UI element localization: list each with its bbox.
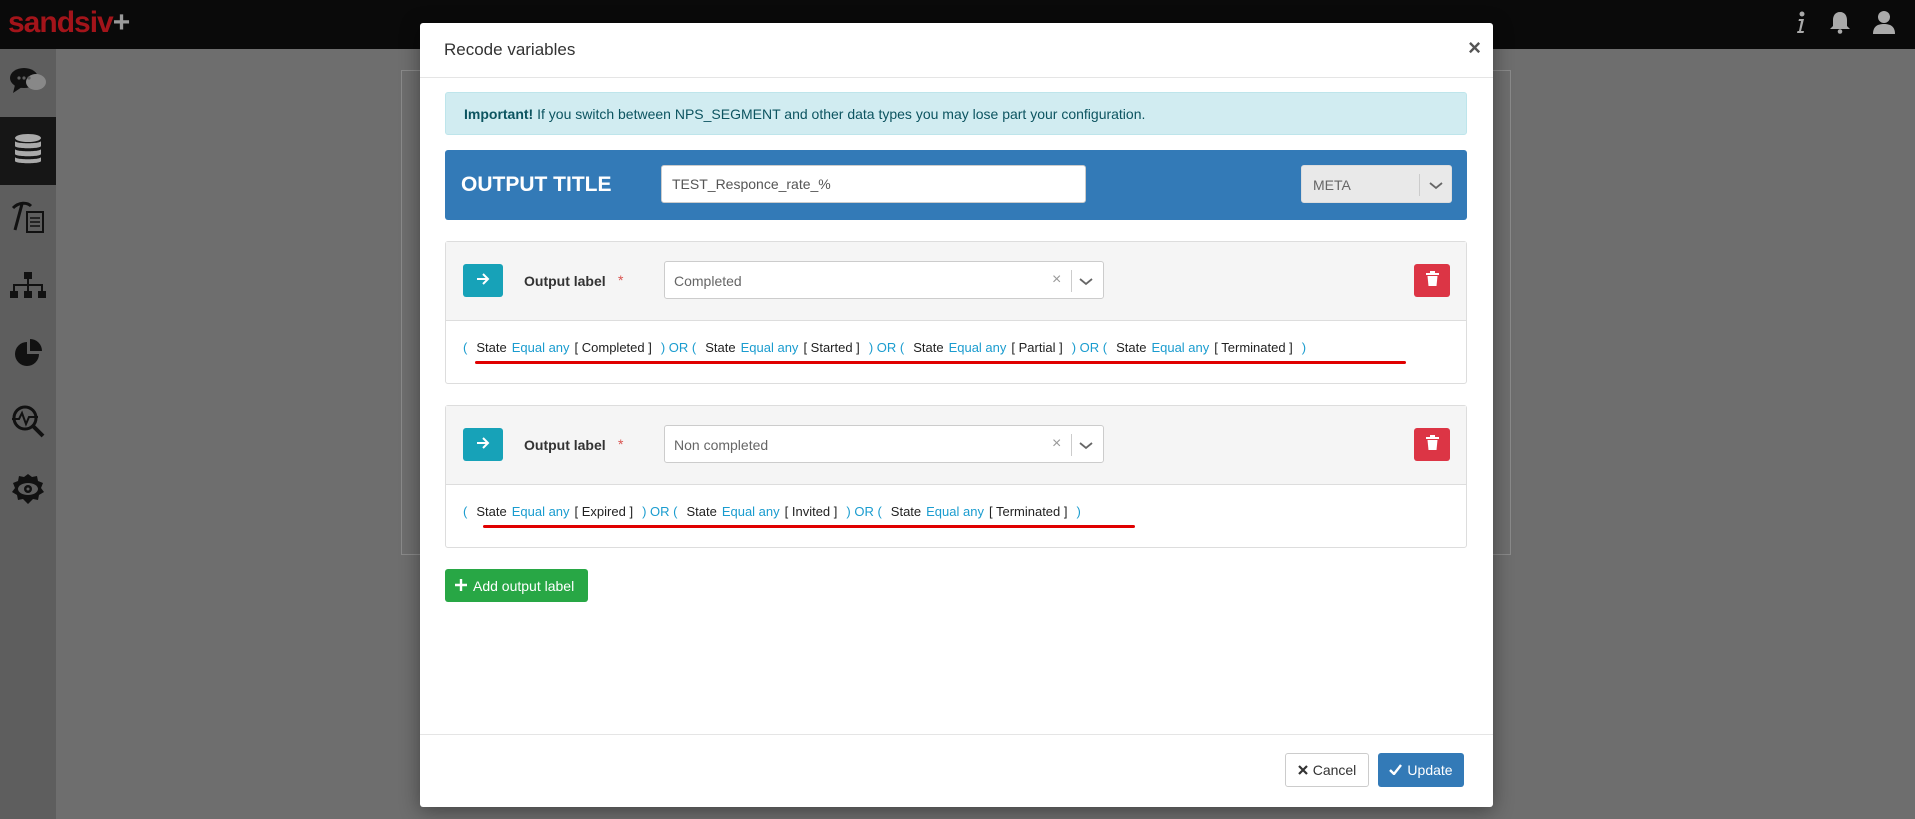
output-title-label: OUTPUT TITLE xyxy=(461,173,612,196)
sidebar-item-analytics[interactable] xyxy=(0,389,56,457)
hierarchy-icon xyxy=(10,271,46,303)
alert-strong: Important! xyxy=(464,106,534,122)
condition-field: State xyxy=(476,504,507,519)
condition-field: State xyxy=(1116,340,1147,355)
condition-values: [ Terminated ] xyxy=(1214,340,1293,355)
condition-expression: ( State Equal any [ Expired ] ) OR ( State Equ… xyxy=(446,485,1466,547)
output-type-value: META xyxy=(1313,177,1351,193)
arrow-right-icon xyxy=(476,436,490,454)
sidebar-item-charts[interactable] xyxy=(0,321,56,389)
update-label: Update xyxy=(1407,762,1453,778)
modal-footer: Cancel Update xyxy=(420,734,1493,807)
output-type-select[interactable]: META xyxy=(1301,165,1452,203)
delete-button[interactable] xyxy=(1414,264,1450,297)
sidebar-item-conversations[interactable] xyxy=(0,49,56,117)
or-connector: ) OR ( xyxy=(868,340,905,355)
or-connector: ) OR ( xyxy=(660,340,697,355)
chevron-down-icon xyxy=(1078,271,1094,296)
condition-field: State xyxy=(890,504,922,519)
important-alert: Important! If you switch between NPS_SEG… xyxy=(445,92,1467,135)
condition-operator: Equal any xyxy=(1151,340,1210,355)
condition-field: State xyxy=(913,340,944,355)
logo[interactable]: sandsiv+ xyxy=(8,6,130,40)
condition-field: State xyxy=(686,504,717,519)
condition-operator: Equal any xyxy=(926,504,984,519)
annotation-underline xyxy=(483,525,1135,528)
plus-icon xyxy=(455,578,467,594)
output-label-block: Output label * Non completed × ( State Equ… xyxy=(445,405,1467,548)
move-arrow-button[interactable] xyxy=(463,428,503,461)
output-label-text: Output label xyxy=(524,437,606,453)
annotation-underline xyxy=(475,361,1406,364)
recode-variables-modal: Recode variables × Important! If you swi… xyxy=(420,23,1493,807)
expr-close-paren: ) xyxy=(1076,504,1081,519)
bell-icon[interactable] xyxy=(1829,10,1851,34)
chevron-down-icon xyxy=(1428,175,1444,200)
database-icon xyxy=(14,133,42,170)
analytics-search-icon xyxy=(11,404,45,443)
pie-chart-icon xyxy=(14,338,42,372)
clear-icon[interactable]: × xyxy=(1052,435,1061,453)
required-marker: * xyxy=(618,436,624,452)
cancel-button[interactable]: Cancel xyxy=(1285,753,1369,787)
info-icon[interactable] xyxy=(1795,10,1807,34)
condition-values: [ Expired ] xyxy=(574,504,634,519)
output-label-block: Output label * Completed × ( State Equal a… xyxy=(445,241,1467,384)
close-icon[interactable]: × xyxy=(1468,35,1481,61)
output-label-text: Output label xyxy=(524,273,606,289)
condition-operator: Equal any xyxy=(511,340,570,355)
clear-icon[interactable]: × xyxy=(1052,271,1061,289)
move-arrow-button[interactable] xyxy=(463,264,503,297)
or-connector: ) OR ( xyxy=(642,504,678,519)
eye-gear-icon xyxy=(10,473,46,510)
modal-title: Recode variables xyxy=(444,40,576,59)
add-output-label-text: Add output label xyxy=(473,577,575,594)
chevron-down-icon xyxy=(1078,435,1094,460)
condition-expression: ( State Equal any [ Completed ] ) OR ( State E… xyxy=(446,321,1466,383)
or-connector: ) OR ( xyxy=(846,504,882,519)
user-icon[interactable] xyxy=(1873,10,1895,34)
trash-icon xyxy=(1425,270,1439,291)
expr-open-paren: ( xyxy=(463,340,468,355)
condition-operator: Equal any xyxy=(721,504,780,519)
condition-field: State xyxy=(705,340,736,355)
expr-open-paren: ( xyxy=(463,504,468,519)
condition-values: [ Invited ] xyxy=(784,504,838,519)
add-output-label-button[interactable]: Add output label xyxy=(445,569,588,602)
alert-text: If you switch between NPS_SEGMENT and ot… xyxy=(533,106,1146,122)
close-icon xyxy=(1297,762,1308,778)
condition-values: [ Started ] xyxy=(803,340,860,355)
chat-bubbles-icon xyxy=(9,66,47,101)
condition-values: [ Partial ] xyxy=(1011,340,1063,355)
condition-operator: Equal any xyxy=(948,340,1007,355)
sidebar-item-mining[interactable] xyxy=(0,185,56,253)
sidebar xyxy=(0,49,56,819)
arrow-right-icon xyxy=(476,272,490,290)
modal-header: Recode variables × xyxy=(420,23,1493,78)
mining-tool-icon xyxy=(11,200,45,239)
or-connector: ) OR ( xyxy=(1071,340,1108,355)
condition-values: [ Completed ] xyxy=(574,340,652,355)
sidebar-item-data[interactable] xyxy=(0,117,56,185)
output-title-bar: OUTPUT TITLE META xyxy=(445,150,1467,220)
condition-operator: Equal any xyxy=(511,504,570,519)
output-label-select[interactable]: Non completed × xyxy=(664,425,1104,463)
required-marker: * xyxy=(618,272,624,288)
check-icon xyxy=(1389,762,1403,778)
condition-operator: Equal any xyxy=(740,340,799,355)
output-label-value: Non completed xyxy=(674,437,769,453)
sidebar-item-monitoring[interactable] xyxy=(0,457,56,525)
expr-close-paren: ) xyxy=(1301,340,1307,355)
condition-values: [ Terminated ] xyxy=(988,504,1068,519)
trash-icon xyxy=(1425,434,1439,455)
output-title-input[interactable] xyxy=(661,165,1086,203)
delete-button[interactable] xyxy=(1414,428,1450,461)
sidebar-item-hierarchy[interactable] xyxy=(0,253,56,321)
cancel-label: Cancel xyxy=(1312,762,1357,778)
output-label-select[interactable]: Completed × xyxy=(664,261,1104,299)
condition-field: State xyxy=(476,340,507,355)
output-label-value: Completed xyxy=(674,273,742,289)
update-button[interactable]: Update xyxy=(1378,753,1464,787)
